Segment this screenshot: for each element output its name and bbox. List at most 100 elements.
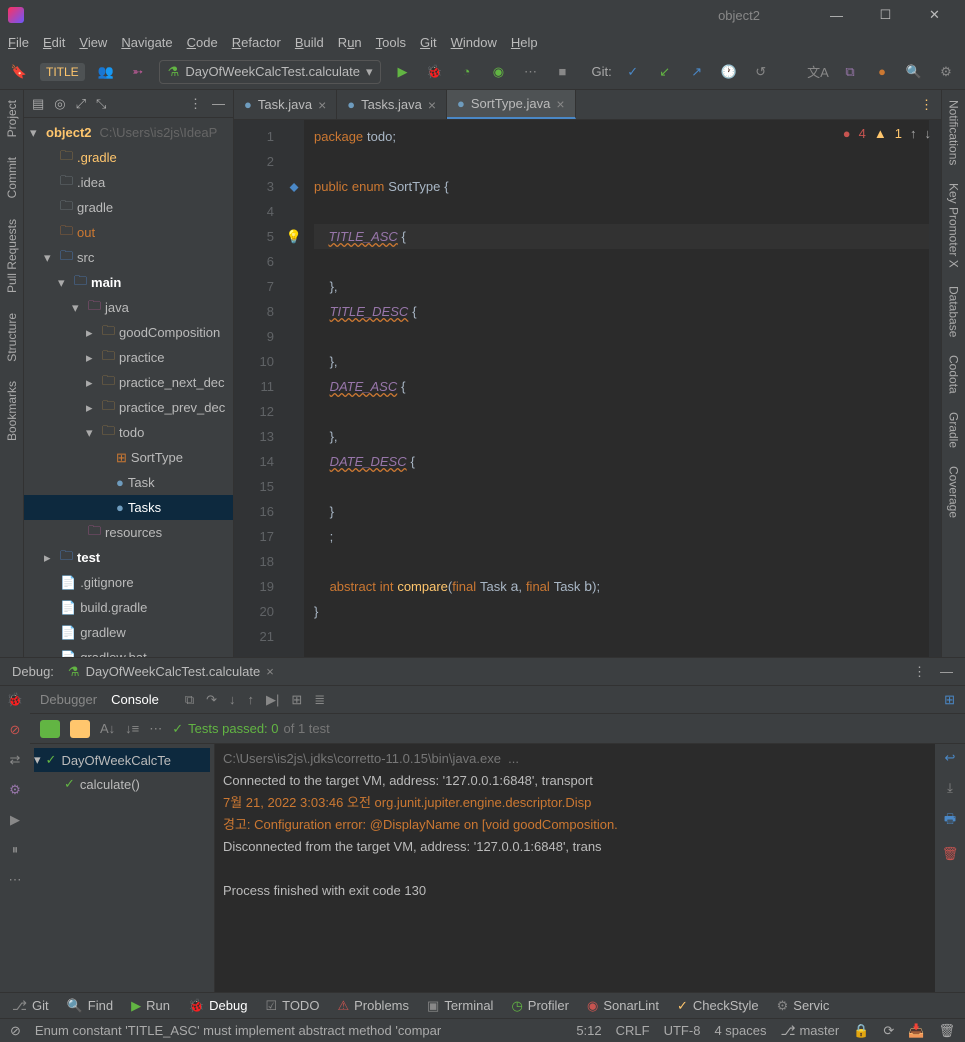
menu-build[interactable]: Build xyxy=(295,35,324,50)
test-tree[interactable]: ▾✓ DayOfWeekCalcTe ✓ calculate() xyxy=(30,744,215,992)
status-icon[interactable]: ⊘ xyxy=(10,1023,21,1039)
tree-item-tasks[interactable]: ●Tasks xyxy=(24,495,233,520)
tree-item-goodcomposition[interactable]: ▸🗀goodComposition xyxy=(24,320,233,345)
prev-highlight-icon[interactable]: ↑ xyxy=(910,126,917,141)
more-icon[interactable]: ⋮ xyxy=(913,664,926,680)
sync-icon[interactable]: ⟳ xyxy=(883,1023,894,1039)
tree-item-task[interactable]: ●Task xyxy=(24,470,233,495)
right-tab-codota[interactable]: Codota xyxy=(947,355,961,394)
menu-navigate[interactable]: Navigate xyxy=(121,35,172,50)
right-tab-coverage[interactable]: Coverage xyxy=(947,466,961,518)
tree-item-todo[interactable]: ▾🗀todo xyxy=(24,420,233,445)
editor-tab-task.java[interactable]: ●Task.java× xyxy=(234,90,337,119)
tree-item-java[interactable]: ▾🗀java xyxy=(24,295,233,320)
settings-icon[interactable]: ⚙ xyxy=(9,782,21,798)
tree-item-.gradle[interactable]: 🗀.gradle xyxy=(24,145,233,170)
tree-item-build.gradle[interactable]: 📄build.gradle xyxy=(24,595,233,620)
indent[interactable]: 4 spaces xyxy=(714,1023,766,1038)
close-button[interactable]: ✕ xyxy=(912,0,957,30)
step-out-icon[interactable]: ↑ xyxy=(248,692,255,708)
left-tab-pull-requests[interactable]: Pull Requests xyxy=(5,219,19,293)
tree-item-sorttype[interactable]: ⊞SortType xyxy=(24,445,233,470)
git-history-icon[interactable]: 🕐 xyxy=(718,61,740,83)
print-icon[interactable]: 🖶 xyxy=(944,810,956,832)
code-content[interactable]: package todo; public enum SortType { TIT… xyxy=(304,120,929,657)
collapse-icon[interactable]: ⤡ xyxy=(96,96,106,112)
inspection-widget[interactable]: ●4 ▲1 ↑ ↓ xyxy=(843,126,931,141)
left-tab-commit[interactable]: Commit xyxy=(5,157,19,198)
git-branch[interactable]: ⎇master xyxy=(780,1023,839,1039)
debug-button[interactable]: 🐞 xyxy=(423,61,445,83)
menu-refactor[interactable]: Refactor xyxy=(232,35,281,50)
tree-item-test[interactable]: ▸🗀test xyxy=(24,545,233,570)
maximize-button[interactable]: ☐ xyxy=(863,0,908,30)
git-commit-icon[interactable]: ↙ xyxy=(654,61,676,83)
editor-tab-tasks.java[interactable]: ●Tasks.java× xyxy=(337,90,447,119)
bottom-tab-run[interactable]: ▶Run xyxy=(131,998,170,1014)
bottom-tab-sonarlint[interactable]: ◉SonarLint xyxy=(587,998,659,1014)
bottom-tab-terminal[interactable]: ▣Terminal xyxy=(427,998,493,1014)
trace-icon[interactable]: ≣ xyxy=(314,692,325,708)
bottom-tab-git[interactable]: ⎇Git xyxy=(12,998,49,1014)
tree-item-main[interactable]: ▾🗀main xyxy=(24,270,233,295)
search-everywhere-icon[interactable]: 🔍 xyxy=(903,61,925,83)
tree-item-practice_prev_dec[interactable]: ▸🗀practice_prev_dec xyxy=(24,395,233,420)
ide-updates-icon[interactable]: ● xyxy=(871,61,893,83)
right-tab-key-promoter-x[interactable]: Key Promoter X xyxy=(947,183,961,268)
bottom-tab-find[interactable]: 🔍Find xyxy=(67,998,113,1014)
close-icon[interactable]: × xyxy=(556,96,564,112)
tree-item-src[interactable]: ▾🗀src xyxy=(24,245,233,270)
menu-code[interactable]: Code xyxy=(187,35,218,50)
tree-item-out[interactable]: 🗀out xyxy=(24,220,233,245)
minimize-button[interactable]: — xyxy=(814,0,859,30)
bottom-tab-problems[interactable]: ⚠Problems xyxy=(337,998,409,1014)
tree-item-gradlew.bat[interactable]: 📄gradlew.bat xyxy=(24,645,233,657)
test-item[interactable]: ✓ calculate() xyxy=(34,772,210,796)
right-tab-notifications[interactable]: Notifications xyxy=(947,100,961,165)
bottom-tab-profiler[interactable]: ◷Profiler xyxy=(511,998,569,1014)
layout-icon[interactable]: ⧉ xyxy=(185,692,194,708)
tree-item-practice[interactable]: ▸🗀practice xyxy=(24,345,233,370)
close-icon[interactable]: × xyxy=(318,97,326,113)
tree-item-gradlew[interactable]: 📄gradlew xyxy=(24,620,233,645)
bottom-tab-checkstyle[interactable]: ✓CheckStyle xyxy=(677,998,759,1014)
left-tab-structure[interactable]: Structure xyxy=(5,313,19,362)
inbox-icon[interactable]: 📥 xyxy=(908,1023,924,1039)
menu-file[interactable]: File xyxy=(8,35,29,50)
tree-item-.gitignore[interactable]: 📄.gitignore xyxy=(24,570,233,595)
more-icon[interactable]: ⋯ xyxy=(9,872,22,888)
scroll-end-icon[interactable]: ⤓ xyxy=(947,780,953,796)
rerun-icon[interactable]: 🐞 xyxy=(7,692,23,708)
debug-session-tab[interactable]: ⚗ DayOfWeekCalcTest.calculate × xyxy=(68,664,274,680)
code-editor[interactable]: ●4 ▲1 ↑ ↓ 123456789101112131415161718192… xyxy=(234,120,941,657)
evaluate-icon[interactable]: ⊞ xyxy=(291,692,302,708)
stop-button[interactable]: ■ xyxy=(551,61,573,83)
hide-icon[interactable]: — xyxy=(212,96,225,111)
menu-window[interactable]: Window xyxy=(451,35,497,50)
bottom-tab-servic[interactable]: ⚙Servic xyxy=(777,998,830,1014)
tree-item-gradle[interactable]: 🗀gradle xyxy=(24,195,233,220)
git-rollback-icon[interactable]: ↺ xyxy=(750,61,772,83)
code-with-me-icon[interactable]: ⧉ xyxy=(839,61,861,83)
menu-tools[interactable]: Tools xyxy=(376,35,406,50)
tree-item-practice_next_dec[interactable]: ▸🗀practice_next_dec xyxy=(24,370,233,395)
git-push-icon[interactable]: ↗ xyxy=(686,61,708,83)
step-into-icon[interactable]: ↓ xyxy=(229,692,236,708)
right-tab-database[interactable]: Database xyxy=(947,286,961,337)
git-update-icon[interactable]: ✓ xyxy=(622,61,644,83)
left-tab-bookmarks[interactable]: Bookmarks xyxy=(5,381,19,441)
line-separator[interactable]: CRLF xyxy=(616,1023,650,1038)
close-icon[interactable]: × xyxy=(428,97,436,113)
bookmark-icon[interactable]: 🔖 xyxy=(8,61,30,83)
menu-help[interactable]: Help xyxy=(511,35,538,50)
pause-icon[interactable]: ⏸ xyxy=(12,842,19,858)
run-button[interactable]: ▶ xyxy=(391,61,413,83)
target-icon[interactable]: ◎ xyxy=(54,96,65,112)
coverage-button[interactable]: ◔ xyxy=(455,61,477,83)
tree-item-resources[interactable]: 🗀resources xyxy=(24,520,233,545)
file-encoding[interactable]: UTF-8 xyxy=(664,1023,701,1038)
next-highlight-icon[interactable]: ↓ xyxy=(925,126,932,141)
hide-icon[interactable]: — xyxy=(940,664,953,679)
trash-icon[interactable]: 🗑 xyxy=(938,1023,955,1039)
translate-icon[interactable]: 文A xyxy=(807,61,829,83)
